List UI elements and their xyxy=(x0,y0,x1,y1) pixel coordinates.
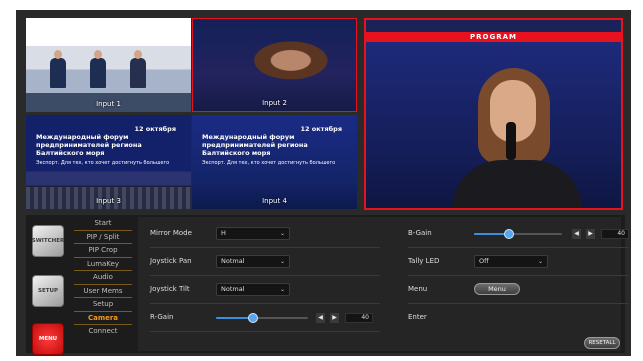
menu-item-audio[interactable]: Audio xyxy=(74,271,132,285)
menu-item-connect[interactable]: Connect xyxy=(74,325,132,339)
input-3-banner-subtitle: Экспорт. Для тех, кто хочет достигнуть б… xyxy=(36,160,170,166)
camera-menu-button[interactable]: Menu xyxy=(474,283,520,295)
b-gain-label: B-Gain xyxy=(408,229,432,237)
joystick-tilt-value: Notmal xyxy=(221,285,245,293)
input-tile-3[interactable]: 12 октября Международный форум предприни… xyxy=(26,115,191,209)
input-3-banner-date: 12 октября xyxy=(134,125,177,133)
b-gain-value[interactable]: 40 xyxy=(601,229,629,239)
input-4-banner: 12 октября Международный форум предприни… xyxy=(202,125,342,166)
b-gain-knob[interactable] xyxy=(504,229,515,239)
r-gain-label: R-Gain xyxy=(150,313,174,321)
app-window: Input 1 Input 2 12 октября Международный… xyxy=(16,10,631,356)
menu-button[interactable]: MENU xyxy=(32,323,64,355)
program-video xyxy=(366,42,621,208)
menu-list: Start PIP / Split PIP Crop LumaKey Audio… xyxy=(74,217,132,339)
r-gain-decrease-button[interactable]: ◀ xyxy=(316,313,325,323)
b-gain-slider[interactable] xyxy=(474,229,562,239)
joystick-tilt-label: Joystick Tilt xyxy=(150,285,190,293)
chevron-down-icon: ⌄ xyxy=(279,258,285,265)
camera-settings: Mirror Mode H ⌄ Joystick Pan Notmal ⌄ Jo… xyxy=(138,217,629,351)
menu-item-pip-crop[interactable]: PIP Crop xyxy=(74,244,132,258)
tally-led-select[interactable]: Off ⌄ xyxy=(474,255,548,268)
tally-led-value: Off xyxy=(479,257,489,265)
menu-item-lumakey[interactable]: LumaKey xyxy=(74,258,132,271)
enter-label: Enter xyxy=(408,313,427,321)
r-gain-slider[interactable] xyxy=(216,313,308,323)
input-3-label: Input 3 xyxy=(96,197,121,205)
chevron-down-icon: ⌄ xyxy=(537,258,543,265)
r-gain-knob[interactable] xyxy=(247,313,258,323)
menu-item-camera[interactable]: Camera xyxy=(74,312,132,325)
input-3-banner: 12 октября Международный форум предприни… xyxy=(36,125,176,166)
input-2-label: Input 2 xyxy=(262,99,287,107)
mirror-mode-label: Mirror Mode xyxy=(150,229,192,237)
input-tile-1[interactable]: Input 1 xyxy=(26,18,191,112)
control-panel: SWITCHER SETUP MENU Start PIP / Split PI… xyxy=(26,215,629,355)
menu-item-pip-split[interactable]: PIP / Split xyxy=(74,231,132,244)
r-gain-increase-button[interactable]: ▶ xyxy=(330,313,339,323)
input-4-banner-title: Международный форум предпринимателей рег… xyxy=(202,133,308,157)
mirror-mode-value: H xyxy=(221,229,226,237)
chevron-down-icon: ⌄ xyxy=(279,286,285,293)
input-multiview: Input 1 Input 2 12 октября Международный… xyxy=(26,18,359,210)
joystick-pan-select[interactable]: Notmal ⌄ xyxy=(216,255,290,268)
input-tile-4[interactable]: 12 октября Международный форум предприни… xyxy=(192,115,357,209)
menu-item-start[interactable]: Start xyxy=(74,217,132,231)
input-4-banner-date: 12 октября xyxy=(300,125,343,133)
menu-item-user-mems[interactable]: User Mems xyxy=(74,285,132,298)
input-4-label: Input 4 xyxy=(262,197,287,205)
joystick-tilt-select[interactable]: Notmal ⌄ xyxy=(216,283,290,296)
program-label: PROGRAM xyxy=(366,32,621,42)
panel-speakers-image xyxy=(46,48,166,88)
joystick-pan-value: Notmal xyxy=(221,257,245,265)
input-1-label: Input 1 xyxy=(96,100,121,108)
menu-label: Menu xyxy=(408,285,428,293)
program-output: PROGRAM xyxy=(364,18,623,210)
b-gain-increase-button[interactable]: ▶ xyxy=(586,229,595,239)
microphone-icon xyxy=(506,122,516,160)
mirror-mode-select[interactable]: H ⌄ xyxy=(216,227,290,240)
switcher-button[interactable]: SWITCHER xyxy=(32,225,64,257)
chevron-down-icon: ⌄ xyxy=(279,230,285,237)
reset-all-button[interactable]: RESETALL xyxy=(584,337,620,349)
input-tile-2[interactable]: Input 2 xyxy=(192,18,357,112)
r-gain-value[interactable]: 40 xyxy=(345,313,373,323)
input-4-banner-subtitle: Экспорт. Для тех, кто хочет достигнуть б… xyxy=(202,160,336,166)
menu-item-setup[interactable]: Setup xyxy=(74,298,132,312)
joystick-pan-label: Joystick Pan xyxy=(150,257,192,265)
input-3-banner-title: Международный форум предпринимателей рег… xyxy=(36,133,142,157)
tally-led-label: Tally LED xyxy=(408,257,440,265)
b-gain-decrease-button[interactable]: ◀ xyxy=(572,229,581,239)
setup-button[interactable]: SETUP xyxy=(32,275,64,307)
